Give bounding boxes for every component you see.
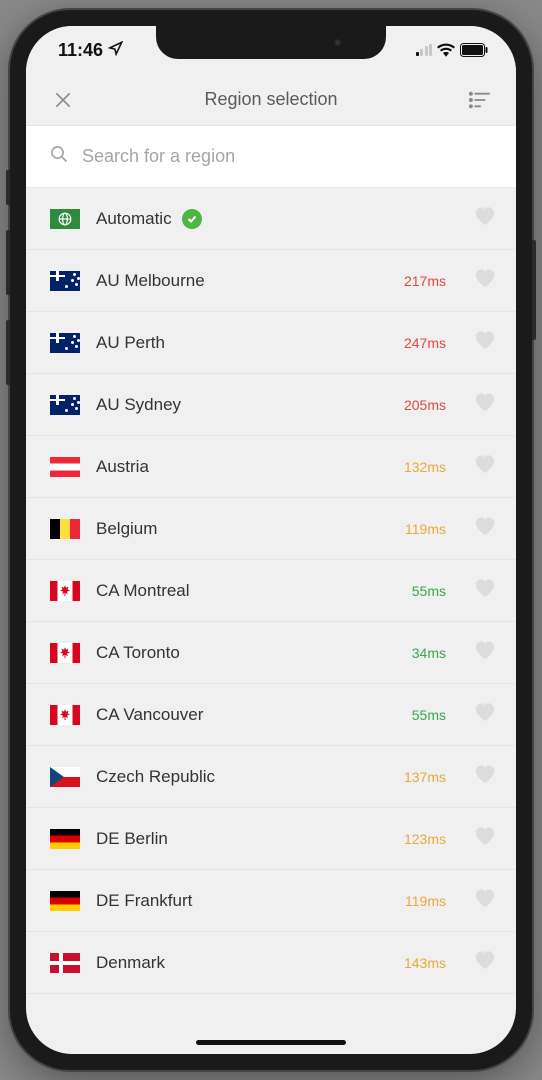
favorite-heart-icon[interactable] (474, 702, 496, 727)
region-row[interactable]: CA Vancouver 55ms (26, 684, 516, 746)
phone-frame: 11:46 (10, 10, 532, 1070)
region-list[interactable]: AutomaticAU Melbourne217msAU Perth247msA… (26, 188, 516, 994)
search-icon (50, 145, 68, 168)
flag-icon (50, 953, 80, 973)
region-row[interactable]: Belgium 119ms (26, 498, 516, 560)
favorite-heart-icon[interactable] (474, 826, 496, 851)
flag-icon (50, 829, 80, 849)
favorite-heart-icon[interactable] (474, 330, 496, 355)
region-name: AU Sydney (96, 395, 388, 415)
page-title: Region selection (204, 89, 337, 110)
flag-icon (50, 333, 80, 353)
latency-value: 143ms (404, 955, 446, 971)
latency-value: 205ms (404, 397, 446, 413)
region-name: Czech Republic (96, 767, 388, 787)
region-row[interactable]: Austria 132ms (26, 436, 516, 498)
notch (156, 26, 386, 59)
search-input[interactable] (82, 146, 492, 167)
region-name: Austria (96, 457, 388, 477)
region-row[interactable]: CA Toronto 34ms (26, 622, 516, 684)
home-indicator[interactable] (196, 1040, 346, 1045)
region-row[interactable]: Automatic (26, 188, 516, 250)
favorite-heart-icon[interactable] (474, 392, 496, 417)
latency-value: 247ms (404, 335, 446, 351)
location-icon (108, 40, 123, 61)
favorite-heart-icon[interactable] (474, 454, 496, 479)
region-name: Belgium (96, 519, 389, 539)
favorite-heart-icon[interactable] (474, 950, 496, 975)
nav-header: Region selection (26, 74, 516, 126)
region-name: Denmark (96, 953, 388, 973)
battery-icon (460, 43, 488, 57)
flag-icon (50, 891, 80, 911)
region-name: AU Melbourne (96, 271, 388, 291)
favorite-heart-icon[interactable] (474, 888, 496, 913)
latency-value: 119ms (405, 521, 446, 537)
latency-value: 137ms (404, 769, 446, 785)
flag-icon (50, 581, 80, 601)
latency-value: 55ms (412, 583, 446, 599)
close-icon[interactable] (48, 85, 78, 115)
region-row[interactable]: CA Montreal 55ms (26, 560, 516, 622)
favorite-heart-icon[interactable] (474, 516, 496, 541)
region-row[interactable]: AU Melbourne 217ms (26, 250, 516, 312)
status-time: 11:46 (58, 40, 103, 61)
flag-icon (50, 209, 80, 229)
region-name: DE Berlin (96, 829, 388, 849)
region-name: CA Toronto (96, 643, 396, 663)
wifi-icon (437, 43, 455, 57)
latency-value: 217ms (404, 273, 446, 289)
region-name: AU Perth (96, 333, 388, 353)
region-name: Automatic (96, 209, 446, 229)
favorite-heart-icon[interactable] (474, 268, 496, 293)
selected-check-icon (182, 209, 202, 229)
latency-value: 119ms (405, 893, 446, 909)
region-row[interactable]: DE Berlin 123ms (26, 808, 516, 870)
flag-icon (50, 705, 80, 725)
region-name: DE Frankfurt (96, 891, 389, 911)
region-name: CA Vancouver (96, 705, 396, 725)
favorite-heart-icon[interactable] (474, 206, 496, 231)
favorite-heart-icon[interactable] (474, 640, 496, 665)
sort-icon[interactable] (464, 85, 494, 115)
flag-icon (50, 519, 80, 539)
flag-icon (50, 643, 80, 663)
search-bar (26, 126, 516, 188)
region-row[interactable]: AU Sydney 205ms (26, 374, 516, 436)
flag-icon (50, 395, 80, 415)
region-row[interactable]: AU Perth 247ms (26, 312, 516, 374)
cellular-icon (416, 44, 433, 56)
latency-value: 34ms (412, 645, 446, 661)
region-name: CA Montreal (96, 581, 396, 601)
flag-icon (50, 271, 80, 291)
flag-icon (50, 457, 80, 477)
latency-value: 132ms (404, 459, 446, 475)
region-row[interactable]: Denmark 143ms (26, 932, 516, 994)
region-row[interactable]: Czech Republic 137ms (26, 746, 516, 808)
region-row[interactable]: DE Frankfurt 119ms (26, 870, 516, 932)
favorite-heart-icon[interactable] (474, 578, 496, 603)
flag-icon (50, 767, 80, 787)
latency-value: 55ms (412, 707, 446, 723)
favorite-heart-icon[interactable] (474, 764, 496, 789)
latency-value: 123ms (404, 831, 446, 847)
screen: 11:46 (26, 26, 516, 1054)
